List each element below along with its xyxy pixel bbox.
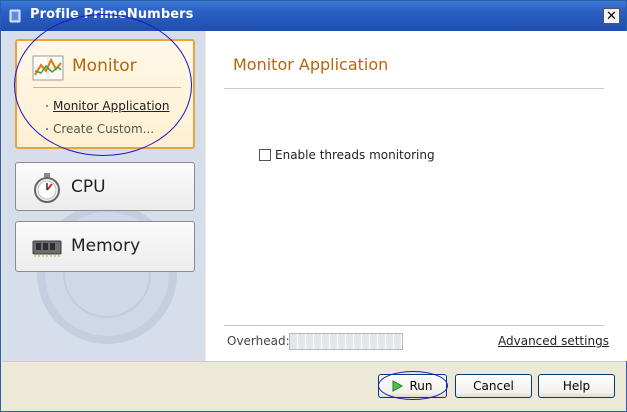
title-bar[interactable]: Profile PrimeNumbers ✕ [1,1,626,31]
cancel-button[interactable]: Cancel [455,374,532,398]
stopwatch-icon [34,173,60,203]
play-icon [392,380,404,392]
help-label: Help [562,379,591,393]
category-label-monitor: Monitor [72,56,137,76]
settings-panel: Monitor Application Enable threads monit… [206,31,627,361]
category-label-cpu: CPU [71,177,106,197]
threads-monitoring-checkbox[interactable] [259,149,271,161]
title-separator [224,88,604,89]
java-cup-icon [9,9,21,23]
close-icon: ✕ [606,8,617,24]
cancel-label: Cancel [473,379,514,393]
create-custom-link[interactable]: Create Custom... [53,122,154,136]
bottom-separator [224,325,604,326]
help-button[interactable]: Help [538,374,615,398]
profile-dialog: Profile PrimeNumbers ✕ Monitor Monitor A… [0,0,627,412]
close-button[interactable]: ✕ [603,8,620,24]
overhead-label: Overhead: [227,334,290,348]
button-bar: Run Cancel Help [2,361,626,411]
run-button[interactable]: Run [378,374,447,398]
monitor-chart-icon [32,55,64,81]
overhead-meter [289,333,403,350]
run-label: Run [409,379,433,393]
window-title: Profile PrimeNumbers [30,7,194,22]
category-monitor[interactable]: Monitor Monitor Application Create Custo… [15,39,195,149]
threads-monitoring-option[interactable]: Enable threads monitoring [259,148,435,162]
category-memory[interactable]: Memory [15,221,195,272]
category-sidebar: Monitor Monitor Application Create Custo… [2,31,205,361]
panel-title: Monitor Application [233,55,389,74]
category-divider [33,87,181,88]
threads-monitoring-label: Enable threads monitoring [275,148,435,162]
advanced-settings-link[interactable]: Advanced settings [498,334,609,348]
monitor-application-link[interactable]: Monitor Application [53,99,169,113]
category-cpu[interactable]: CPU [15,162,195,211]
bullet [46,105,48,107]
memory-chip-icon [32,240,62,257]
category-label-memory: Memory [71,236,141,256]
bullet [46,128,48,130]
